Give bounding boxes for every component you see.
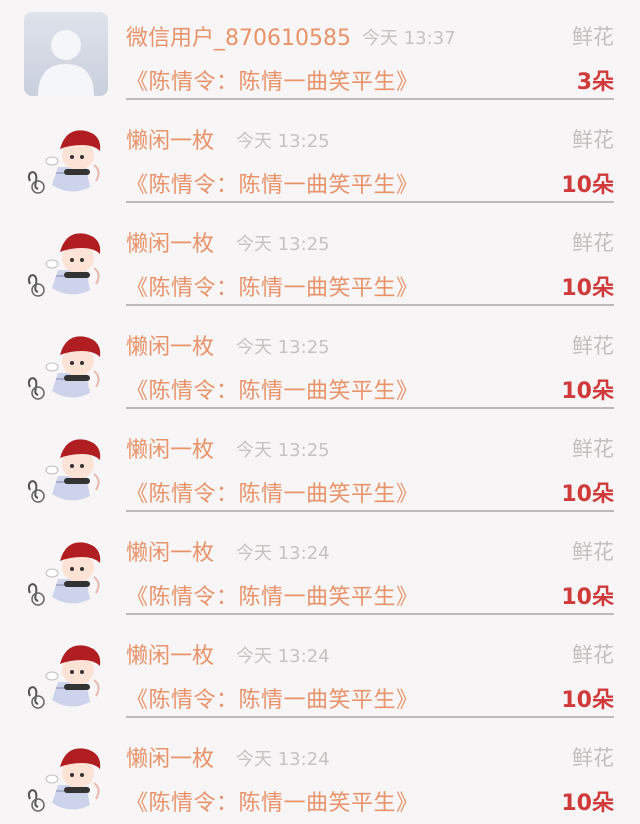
divider (126, 407, 614, 409)
gift-type: 鲜花 (572, 643, 614, 667)
gift-count: 10朵 (561, 688, 614, 713)
gift-time: 今天 13:37 (362, 28, 456, 49)
gift-time: 今天 13:24 (236, 749, 330, 770)
list-item[interactable]: 懒闲一枚 今天 13:25 鲜花 《陈情令：陈情一曲笑平生》 10朵 (0, 309, 640, 412)
user-name[interactable]: 懒闲一枚 (126, 329, 214, 361)
list-item[interactable]: 懒闲一枚 今天 13:24 鲜花 《陈情令：陈情一曲笑平生》 10朵 (0, 618, 640, 721)
divider (126, 98, 614, 100)
gift-count: 10朵 (561, 482, 614, 507)
cartoon-avatar-icon[interactable] (24, 733, 108, 817)
divider (126, 510, 614, 512)
gift-type: 鲜花 (572, 540, 614, 564)
gift-type: 鲜花 (572, 25, 614, 49)
list-item[interactable]: 懒闲一枚 今天 13:25 鲜花 《陈情令：陈情一曲笑平生》 10朵 (0, 206, 640, 309)
list-item[interactable]: 懒闲一枚 今天 13:24 鲜花 《陈情令：陈情一曲笑平生》 10朵 (0, 515, 640, 618)
gift-count: 10朵 (561, 276, 614, 301)
divider (126, 201, 614, 203)
gift-time: 今天 13:25 (236, 440, 330, 461)
gift-time: 今天 13:24 (236, 646, 330, 667)
cartoon-avatar-icon[interactable] (24, 527, 108, 611)
gift-time: 今天 13:24 (236, 543, 330, 564)
gift-count: 3朵 (576, 70, 614, 95)
user-name[interactable]: 懒闲一枚 (126, 741, 214, 773)
gift-count: 10朵 (561, 173, 614, 198)
gift-type: 鲜花 (572, 128, 614, 152)
divider (126, 304, 614, 306)
work-title[interactable]: 《陈情令：陈情一曲笑平生》 (126, 373, 419, 405)
gift-type: 鲜花 (572, 334, 614, 358)
list-item[interactable]: 懒闲一枚 今天 13:24 鲜花 《陈情令：陈情一曲笑平生》 10朵 (0, 721, 640, 824)
work-title[interactable]: 《陈情令：陈情一曲笑平生》 (126, 167, 419, 199)
gift-time: 今天 13:25 (236, 234, 330, 255)
list-item[interactable]: 微信用户_870610585 今天 13:37 鲜花 《陈情令：陈情一曲笑平生》… (0, 0, 640, 103)
gift-type: 鲜花 (572, 437, 614, 461)
gift-count: 10朵 (561, 791, 614, 816)
user-name[interactable]: 懒闲一枚 (126, 638, 214, 670)
work-title[interactable]: 《陈情令：陈情一曲笑平生》 (126, 270, 419, 302)
gift-time: 今天 13:25 (236, 337, 330, 358)
list-item[interactable]: 懒闲一枚 今天 13:25 鲜花 《陈情令：陈情一曲笑平生》 10朵 (0, 412, 640, 515)
user-name[interactable]: 懒闲一枚 (126, 432, 214, 464)
work-title[interactable]: 《陈情令：陈情一曲笑平生》 (126, 64, 419, 96)
cartoon-avatar-icon[interactable] (24, 218, 108, 302)
work-title[interactable]: 《陈情令：陈情一曲笑平生》 (126, 476, 419, 508)
gift-count: 10朵 (561, 585, 614, 610)
divider (126, 716, 614, 718)
user-name[interactable]: 懒闲一枚 (126, 226, 214, 258)
list-item[interactable]: 懒闲一枚 今天 13:25 鲜花 《陈情令：陈情一曲笑平生》 10朵 (0, 103, 640, 206)
gift-time: 今天 13:25 (236, 131, 330, 152)
gift-type: 鲜花 (572, 231, 614, 255)
divider (126, 613, 614, 615)
work-title[interactable]: 《陈情令：陈情一曲笑平生》 (126, 579, 419, 611)
user-name[interactable]: 懒闲一枚 (126, 535, 214, 567)
work-title[interactable]: 《陈情令：陈情一曲笑平生》 (126, 682, 419, 714)
cartoon-avatar-icon[interactable] (24, 424, 108, 508)
gift-count: 10朵 (561, 379, 614, 404)
gift-record-list: 微信用户_870610585 今天 13:37 鲜花 《陈情令：陈情一曲笑平生》… (0, 0, 640, 817)
user-name[interactable]: 微信用户_870610585 (126, 20, 351, 52)
gift-type: 鲜花 (572, 746, 614, 770)
cartoon-avatar-icon[interactable] (24, 630, 108, 714)
cartoon-avatar-icon[interactable] (24, 321, 108, 405)
cartoon-avatar-icon[interactable] (24, 115, 108, 199)
work-title[interactable]: 《陈情令：陈情一曲笑平生》 (126, 785, 419, 817)
user-name[interactable]: 懒闲一枚 (126, 123, 214, 155)
default-avatar-icon[interactable] (24, 12, 108, 96)
